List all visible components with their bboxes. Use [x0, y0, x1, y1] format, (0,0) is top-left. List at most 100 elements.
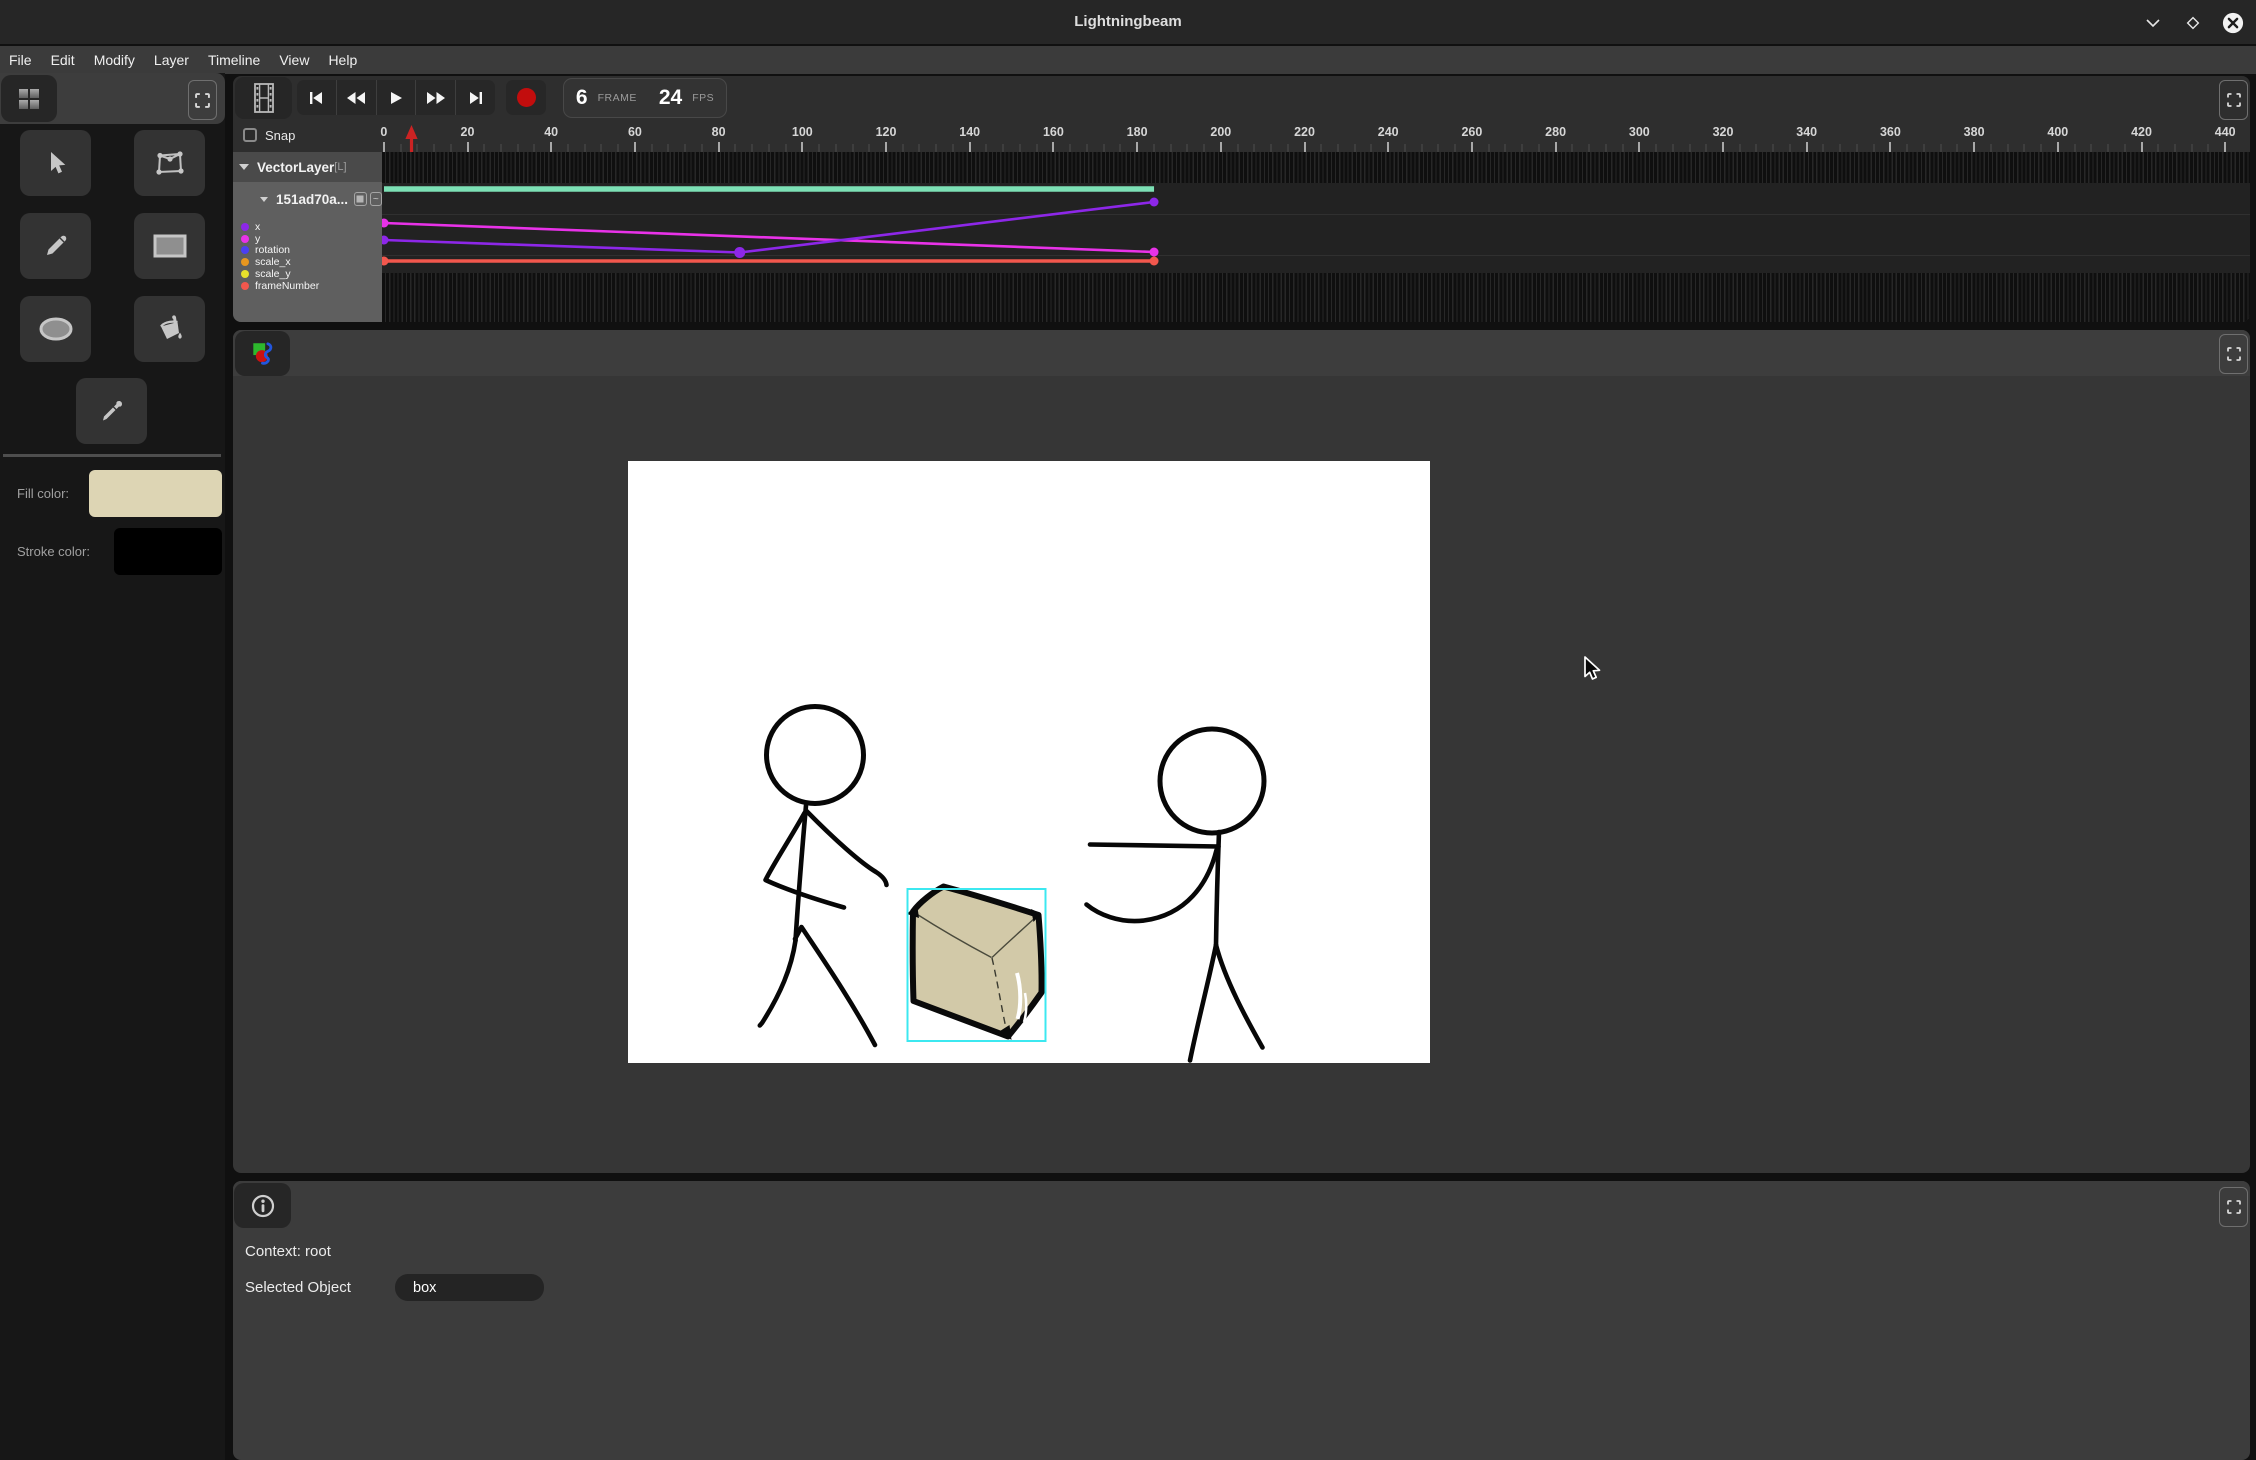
- stage-drawing: [628, 461, 1430, 1063]
- box-object[interactable]: [907, 887, 1042, 1041]
- stroke-color-swatch[interactable]: [114, 528, 222, 575]
- ruler-tick: [483, 144, 485, 152]
- keyframe-dot-x[interactable]: [734, 247, 745, 258]
- tool-paint-bucket-button[interactable]: [134, 296, 205, 362]
- skip-start-button[interactable]: [297, 80, 336, 115]
- keyframe-dot-frameNumber[interactable]: [1150, 257, 1159, 266]
- square-icon: [356, 195, 364, 203]
- record-button[interactable]: [506, 80, 546, 115]
- panel-grid-button[interactable]: [1, 75, 57, 122]
- selected-object-input[interactable]: box: [395, 1274, 544, 1301]
- rewind-button[interactable]: [336, 80, 376, 115]
- timeline-tracks[interactable]: VectorLayer [L] 151ad70a... ~ xyrotation…: [233, 152, 2250, 322]
- curve-frames-bar[interactable]: [384, 186, 1154, 192]
- property-y[interactable]: y: [241, 233, 260, 245]
- play-button[interactable]: [376, 80, 416, 115]
- collapse-triangle-icon[interactable]: [260, 197, 268, 202]
- ruler-tick: [500, 144, 502, 152]
- ruler-tick: [785, 144, 787, 152]
- keyframe-dot-y[interactable]: [382, 219, 389, 228]
- maximize-button[interactable]: [2182, 12, 2204, 34]
- ruler-label-60: 60: [628, 125, 642, 139]
- stick-figure-1[interactable]: [760, 707, 887, 1046]
- keyframe-dot-x[interactable]: [1150, 198, 1159, 207]
- ruler-label-120: 120: [876, 125, 897, 139]
- eyedropper-icon: [98, 397, 126, 425]
- ruler-tick: [467, 142, 469, 152]
- fill-color-swatch[interactable]: [89, 470, 222, 517]
- frame-value[interactable]: 6: [576, 86, 588, 110]
- menu-layer[interactable]: Layer: [154, 52, 189, 68]
- minimize-button[interactable]: [2142, 12, 2164, 34]
- ruler-tick: [885, 142, 887, 152]
- skip-end-button[interactable]: [455, 80, 495, 115]
- tool-pencil-button[interactable]: [20, 213, 91, 279]
- ruler-tick: [969, 142, 971, 152]
- keyframe-dot-frameNumber[interactable]: [382, 257, 389, 266]
- timeline-expand-button[interactable]: [2219, 80, 2248, 120]
- keyframe-dot-x[interactable]: [382, 236, 389, 245]
- paint-bucket-icon: [154, 314, 186, 344]
- ruler-label-300: 300: [1629, 125, 1650, 139]
- property-x[interactable]: x: [241, 221, 260, 233]
- timeline-panel-button[interactable]: [235, 77, 292, 119]
- menu-file[interactable]: File: [9, 52, 32, 68]
- object-row[interactable]: 151ad70a... ~: [233, 188, 382, 210]
- info-panel-button[interactable]: [234, 1183, 291, 1228]
- tool-transform-button[interactable]: [134, 130, 205, 196]
- stage-canvas[interactable]: [628, 461, 1430, 1063]
- keyframe-dot-y[interactable]: [1150, 248, 1159, 257]
- shapes-logo-icon: [249, 340, 277, 368]
- menu-edit[interactable]: Edit: [51, 52, 75, 68]
- menu-help[interactable]: Help: [328, 52, 357, 68]
- ruler-tick: [1086, 144, 1088, 152]
- ruler-tick: [1019, 144, 1021, 152]
- property-rotation[interactable]: rotation: [241, 244, 290, 256]
- property-scale_x[interactable]: scale_x: [241, 256, 291, 268]
- close-button[interactable]: [2222, 12, 2244, 34]
- layer-row-vectorlayer[interactable]: VectorLayer [L]: [233, 152, 382, 182]
- menu-modify[interactable]: Modify: [94, 52, 135, 68]
- property-scale_y[interactable]: scale_y: [241, 268, 291, 280]
- keyframe-curves[interactable]: [382, 152, 2250, 322]
- object-visibility-button[interactable]: [354, 192, 366, 206]
- figure-head: [1160, 729, 1264, 833]
- ruler-tick: [1186, 144, 1188, 152]
- tool-ellipse-button[interactable]: [20, 296, 91, 362]
- object-name: 151ad70a...: [276, 192, 348, 207]
- ruler-tick: [1722, 142, 1724, 152]
- stick-figure-2[interactable]: [1087, 729, 1265, 1061]
- chevron-down-icon: [2145, 15, 2161, 31]
- layer-name: VectorLayer: [257, 160, 334, 175]
- snap-checkbox[interactable]: [243, 128, 257, 142]
- object-tween-button[interactable]: ~: [370, 192, 382, 206]
- grid-icon: [18, 88, 40, 110]
- tool-select-button[interactable]: [20, 130, 91, 196]
- ruler-tick: [1287, 144, 1289, 152]
- property-label: frameNumber: [255, 280, 319, 292]
- menu-view[interactable]: View: [279, 52, 309, 68]
- ruler-tick: [416, 144, 418, 152]
- menu-timeline[interactable]: Timeline: [208, 52, 260, 68]
- tool-panel-expand-button[interactable]: [188, 80, 217, 120]
- ruler-tick: [1404, 144, 1406, 152]
- tool-rectangle-button[interactable]: [134, 213, 205, 279]
- ruler-label-140: 140: [959, 125, 980, 139]
- stage-panel-button[interactable]: [235, 331, 290, 376]
- ruler-tick: [1588, 144, 1590, 152]
- fast-forward-button[interactable]: [415, 80, 455, 115]
- ruler-tick: [1320, 144, 1322, 152]
- app-window: Lightningbeam FileEditModifyLayerTimelin…: [0, 0, 2256, 1460]
- property-frameNumber[interactable]: frameNumber: [241, 280, 319, 292]
- fps-value[interactable]: 24: [659, 86, 682, 110]
- collapse-triangle-icon[interactable]: [239, 164, 249, 170]
- stage-expand-button[interactable]: [2219, 334, 2248, 374]
- ruler-tick: [1889, 142, 1891, 152]
- ruler-tick: [751, 144, 753, 152]
- ruler-tick: [818, 144, 820, 152]
- tool-eyedropper-button[interactable]: [76, 378, 147, 444]
- figure-limb: [1190, 945, 1216, 1061]
- ruler-tick: [2023, 144, 2025, 152]
- ruler-tick: [1822, 144, 1824, 152]
- info-expand-button[interactable]: [2219, 1187, 2248, 1227]
